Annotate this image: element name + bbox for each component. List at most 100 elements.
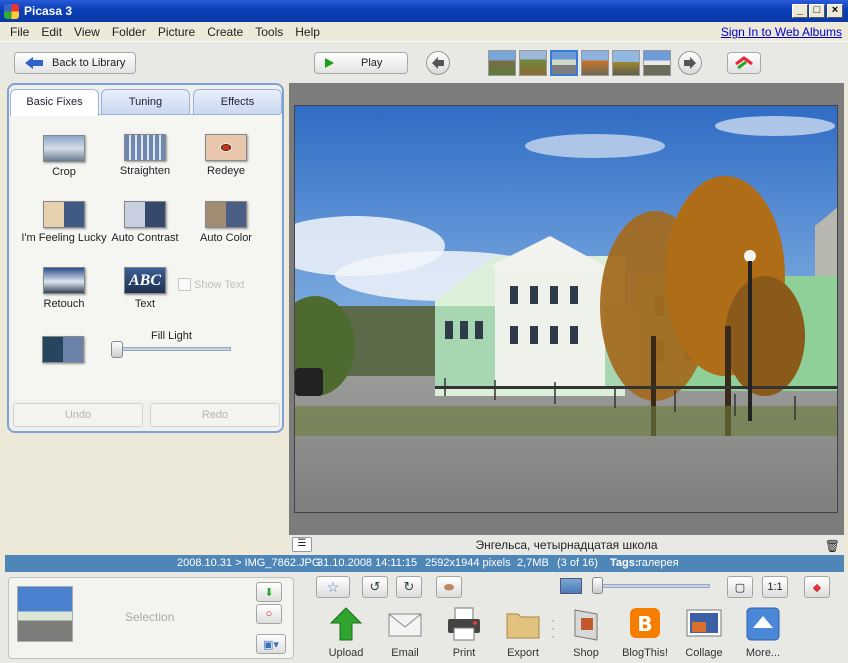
menu-create[interactable]: Create [201,25,249,39]
tray-selection-label: Selection [125,610,175,624]
filmstrip-thumbnail[interactable] [488,50,516,76]
export-button[interactable]: Export [493,606,553,659]
crop-tool[interactable]: Crop [19,135,109,178]
printer-icon [448,607,480,641]
menu-edit[interactable]: Edit [35,25,68,39]
color-histogram-button[interactable]: ◆ [804,576,830,598]
blogthis-button[interactable]: B BlogThis! [615,606,675,659]
auto-contrast-tool[interactable]: Auto Contrast [100,201,190,244]
blogger-icon: B [630,608,660,638]
photo-info-bar: 2008.10.31 > IMG_7862.JPG 31.10.2008 14:… [5,555,844,572]
caption-icon[interactable]: ☰ [292,537,312,552]
filmstrip-thumbnail[interactable] [643,50,671,76]
caption-bar: ☰ Энгельса, четырнадцатая школа 🗑 [289,535,844,555]
photo-caption[interactable]: Энгельса, четырнадцатая школа [475,538,657,552]
top-toolbar: Back to Library Play [0,41,848,83]
play-icon [325,58,334,68]
tab-effects[interactable]: Effects [193,89,282,114]
auto-color-icon [205,201,247,228]
upload-button[interactable]: Upload [316,606,376,659]
previous-photo-button[interactable] [426,51,450,75]
edit-panel: Basic Fixes Tuning Effects Crop Straight… [7,83,284,433]
photo-viewer [289,83,844,535]
filmstrip-thumbnail-selected[interactable] [550,50,578,76]
lucky-icon [43,201,85,228]
clear-tray-button[interactable]: ○ [256,604,282,624]
add-to-album-button[interactable]: ▣▾ [256,634,286,654]
upload-icon [329,607,363,641]
info-path: 2008.10.31 > IMG_7862.JPG [177,557,321,569]
menu-picture[interactable]: Picture [152,25,201,39]
close-button[interactable]: × [827,4,843,18]
tab-basic-fixes[interactable]: Basic Fixes [10,89,99,116]
play-button[interactable]: Play [314,52,408,74]
tab-tuning[interactable]: Tuning [101,89,190,114]
tag-button[interactable]: ⬬ [436,576,462,598]
minimize-button[interactable]: _ [792,4,808,18]
print-label: Print [452,647,476,659]
collage-icon [686,609,722,637]
fill-light-slider-track[interactable] [111,347,231,351]
collage-label: Collage [685,647,723,659]
menu-tools[interactable]: Tools [249,25,289,39]
fill-light-slider-handle[interactable] [111,341,123,358]
maximize-button[interactable]: □ [809,4,825,18]
undo-button[interactable]: Undo [13,403,143,427]
straighten-label: Straighten [119,165,171,177]
text-tool[interactable]: ABC Text [100,267,190,310]
retouch-tool[interactable]: Retouch [19,267,109,310]
share-photos-button[interactable] [727,52,761,74]
straighten-icon [124,134,166,161]
pin-icon: ⬇ [264,586,274,599]
fit-icon: ▢ [734,581,746,594]
menu-folder[interactable]: Folder [106,25,152,39]
main-photo[interactable] [294,105,838,513]
rotate-right-icon: ↻ [403,579,415,594]
print-button[interactable]: Print [434,606,494,659]
menu-file[interactable]: File [4,25,35,39]
fit-to-window-button[interactable]: ▢ [727,576,753,598]
show-text-checkbox[interactable] [178,278,191,291]
trash-icon[interactable]: 🗑 [825,536,840,556]
zoom-slider-track[interactable] [592,584,710,588]
star-icon: ☆ [326,578,340,595]
redeye-icon [205,134,247,161]
filmstrip-thumbnail[interactable] [519,50,547,76]
photo-tray: Selection ⬇ ○ ▣▾ [8,577,294,659]
zoom-slider-handle[interactable] [592,577,603,594]
shop-button[interactable]: Shop [556,606,616,659]
email-icon [388,613,422,637]
collage-button[interactable]: Collage [674,606,734,659]
shop-book-icon [574,609,598,641]
auto-color-label: Auto Color [200,232,252,244]
hold-pin-button[interactable]: ⬇ [256,582,282,602]
redo-button[interactable]: Redo [150,403,280,427]
auto-color-tool[interactable]: Auto Color [181,201,271,244]
text-label: Text [134,298,156,310]
svg-text:B: B [637,612,652,636]
filmstrip-thumbnail[interactable] [612,50,640,76]
auto-contrast-icon [124,201,166,228]
fill-light-icon [42,336,84,363]
more-button[interactable]: More... [733,606,793,659]
actual-size-button[interactable]: 1:1 [762,576,788,598]
star-button[interactable]: ☆ [316,576,350,598]
rotate-left-button[interactable]: ↺ [362,576,388,598]
menu-view[interactable]: View [68,25,106,39]
feeling-lucky-tool[interactable]: I'm Feeling Lucky [19,201,109,244]
rotate-right-button[interactable]: ↻ [396,576,422,598]
redeye-tool[interactable]: Redeye [181,134,271,177]
tray-thumbnail[interactable] [17,586,73,642]
sign-in-link[interactable]: Sign In to Web Albums [721,25,842,39]
picasa-app-icon [4,3,19,19]
next-photo-button[interactable] [678,51,702,75]
filmstrip-thumbnail[interactable] [581,50,609,76]
export-label: Export [507,647,539,659]
email-label: Email [391,647,419,659]
show-text-option[interactable]: Show Text [178,278,245,291]
back-to-library-button[interactable]: Back to Library [14,52,136,74]
title-bar: Picasa 3 _ □ × [0,0,848,22]
straighten-tool[interactable]: Straighten [100,134,190,177]
email-button[interactable]: Email [375,606,435,659]
menu-help[interactable]: Help [289,25,326,39]
